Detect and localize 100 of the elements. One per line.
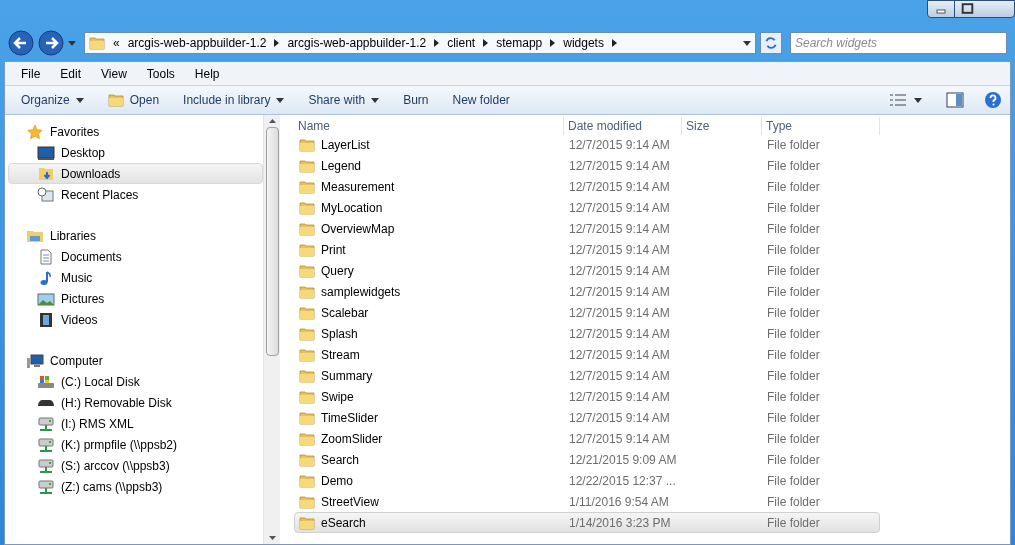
- menu-item[interactable]: View: [93, 64, 135, 83]
- column-header[interactable]: Name: [294, 117, 564, 135]
- scroll-down-icon[interactable]: [268, 536, 276, 540]
- nav-item[interactable]: Recent Places: [8, 184, 263, 205]
- toolbar-button[interactable]: Burn: [395, 88, 437, 112]
- breadcrumb[interactable]: client: [447, 34, 476, 52]
- scrollbar[interactable]: [263, 115, 280, 544]
- file-row[interactable]: Summary 12/7/2015 9:14 AM File folder: [294, 365, 880, 386]
- network-drive-icon: [37, 415, 55, 432]
- nav-item[interactable]: (C:) Local Disk: [8, 371, 263, 392]
- file-row[interactable]: Swipe 12/7/2015 9:14 AM File folder: [294, 386, 880, 407]
- file-row[interactable]: OverviewMap 12/7/2015 9:14 AM File folder: [294, 218, 880, 239]
- caret-icon: [75, 97, 84, 103]
- date-cell-text: 12/7/2015 9:14 AM: [568, 220, 671, 238]
- refresh-icon[interactable]: [760, 32, 782, 54]
- file-name: TimeSlider: [321, 409, 378, 427]
- nav-item[interactable]: Music: [8, 267, 263, 288]
- nav-item[interactable]: Desktop: [8, 142, 263, 163]
- nav-item[interactable]: (S:) arccov (\\ppsb3): [8, 455, 263, 476]
- scroll-up-icon[interactable]: [268, 119, 276, 123]
- address-bar[interactable]: « arcgis-web-appbuilder-1.2 arcgis-web-appbuilder-1.2 client stemapp widgets: [84, 32, 756, 54]
- folder-icon: [299, 158, 315, 173]
- file-row[interactable]: Query 12/7/2015 9:14 AM File folder: [294, 260, 880, 281]
- file-row[interactable]: Measurement 12/7/2015 9:14 AM File folder: [294, 176, 880, 197]
- nav-item[interactable]: (Z:) cams (\\ppsb3): [8, 476, 263, 497]
- menu-item[interactable]: File: [13, 64, 49, 83]
- folder-icon: [299, 284, 315, 299]
- file-row[interactable]: Scalebar 12/7/2015 9:14 AM File folder: [294, 302, 880, 323]
- date-cell-text: 12/7/2015 9:14 AM: [568, 241, 671, 259]
- folder-icon: [299, 200, 315, 215]
- toolbar-button[interactable]: Share with: [300, 88, 388, 112]
- file-row[interactable]: StreetView 1/11/2016 9:54 AM File folder: [294, 491, 880, 512]
- folder-icon: [299, 326, 315, 341]
- file-name: Print: [321, 241, 346, 259]
- search-field[interactable]: Search widgets: [790, 32, 1007, 54]
- breadcrumb[interactable]: arcgis-web-appbuilder-1.2: [127, 34, 267, 52]
- type-cell-text: File folder: [766, 199, 820, 217]
- column-header[interactable]: Date modified: [564, 117, 682, 135]
- nav-item[interactable]: Pictures: [8, 288, 263, 309]
- file-row[interactable]: samplewidgets 12/7/2015 9:14 AM File folder: [294, 281, 880, 302]
- nav-item[interactable]: Downloads: [8, 163, 263, 184]
- date-cell-text: 1/11/2016 9:54 AM: [568, 493, 670, 511]
- type-cell-text: File folder: [766, 388, 820, 406]
- date-cell-text: 12/21/2015 9:09 AM: [568, 451, 678, 469]
- nav-item[interactable]: Documents: [8, 246, 263, 267]
- date-cell-text: 12/7/2015 9:14 AM: [568, 199, 671, 217]
- date-cell-text: 12/7/2015 9:14 AM: [568, 388, 671, 406]
- folder-icon: [299, 431, 315, 446]
- folder-icon: [299, 410, 315, 425]
- toolbar-button[interactable]: Organize: [13, 88, 92, 112]
- file-row[interactable]: Stream 12/7/2015 9:14 AM File folder: [294, 344, 880, 365]
- nav-item[interactable]: (I:) RMS XML: [8, 413, 263, 434]
- toolbar-button[interactable]: Include in library: [175, 88, 293, 112]
- nav-item[interactable]: (K:) prmpfile (\\ppsb2): [8, 434, 263, 455]
- file-name: Scalebar: [321, 304, 369, 322]
- file-row[interactable]: LayerList 12/7/2015 9:14 AM File folder: [294, 134, 880, 155]
- file-row[interactable]: ZoomSlider 12/7/2015 9:14 AM File folder: [294, 428, 880, 449]
- date-cell-text: 12/7/2015 9:14 AM: [568, 157, 671, 175]
- nav-group[interactable]: Computer: [8, 350, 263, 371]
- folder-icon: [299, 494, 315, 509]
- preview-pane-icon[interactable]: [946, 92, 964, 108]
- overflow-chevron[interactable]: «: [113, 34, 120, 52]
- nav-item[interactable]: Videos: [8, 309, 263, 330]
- date-cell-text: 12/22/2015 12:37 ...: [568, 472, 677, 490]
- menu-item[interactable]: Edit: [52, 64, 90, 83]
- toolbar-button[interactable]: New folder: [444, 88, 518, 112]
- file-row[interactable]: Splash 12/7/2015 9:14 AM File folder: [294, 323, 880, 344]
- back-icon[interactable]: [8, 30, 34, 56]
- chevron-icon: [611, 39, 617, 47]
- view-options-icon[interactable]: [890, 94, 906, 106]
- menu-item[interactable]: Tools: [138, 64, 183, 83]
- file-name: Swipe: [321, 388, 354, 406]
- breadcrumb[interactable]: stemapp: [496, 34, 543, 52]
- help-icon[interactable]: [984, 91, 1002, 109]
- date-cell-text: 12/7/2015 9:14 AM: [568, 430, 671, 448]
- file-row[interactable]: Legend 12/7/2015 9:14 AM File folder: [294, 155, 880, 176]
- nav-group[interactable]: Favorites: [8, 121, 263, 142]
- file-row[interactable]: MyLocation 12/7/2015 9:14 AM File folder: [294, 197, 880, 218]
- column-header[interactable]: Size: [682, 117, 762, 135]
- file-name: Summary: [321, 367, 373, 385]
- caret-icon: [68, 40, 76, 46]
- nav-item[interactable]: (H:) Removable Disk: [8, 392, 263, 413]
- column-header[interactable]: Type: [762, 117, 880, 135]
- folder-icon: [299, 347, 315, 362]
- file-row[interactable]: Print 12/7/2015 9:14 AM File folder: [294, 239, 880, 260]
- nav-group[interactable]: Libraries: [8, 225, 263, 246]
- file-name: eSearch: [321, 514, 366, 532]
- local-disk-icon: [37, 373, 55, 390]
- menu-item[interactable]: Help: [186, 64, 228, 83]
- breadcrumb[interactable]: widgets: [563, 34, 604, 52]
- date-cell-text: 12/7/2015 9:14 AM: [568, 178, 671, 196]
- file-row[interactable]: eSearch 1/14/2016 3:23 PM File folder: [294, 512, 880, 533]
- forward-icon[interactable]: [38, 30, 64, 56]
- breadcrumb[interactable]: arcgis-web-appbuilder-1.2: [287, 34, 427, 52]
- file-name: samplewidgets: [321, 283, 401, 301]
- file-row[interactable]: Search 12/21/2015 9:09 AM File folder: [294, 449, 880, 470]
- toolbar-button[interactable]: Open: [99, 88, 168, 112]
- file-row[interactable]: Demo 12/22/2015 12:37 ... File folder: [294, 470, 880, 491]
- file-row[interactable]: TimeSlider 12/7/2015 9:14 AM File folder: [294, 407, 880, 428]
- film-icon: [37, 311, 55, 328]
